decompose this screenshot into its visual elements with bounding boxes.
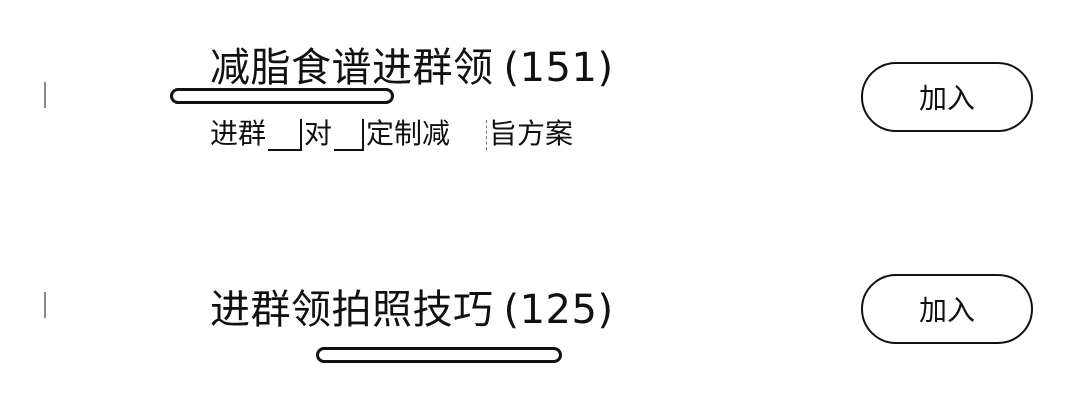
description-segment: 进群 — [210, 117, 267, 150]
description-segment: 旨方案 — [489, 117, 574, 150]
group-list-item[interactable]: 减脂食谱进群领 (151) 进群 对定制减 旨方案 加入 — [0, 0, 1080, 200]
join-button[interactable]: 加入 — [861, 62, 1033, 132]
group-member-count: (151) — [503, 45, 614, 91]
group-title: 减脂食谱进群领 (151) — [210, 44, 614, 92]
highlight-underline — [316, 347, 562, 363]
group-title: 进群领拍照技巧 (125) — [210, 286, 614, 334]
redaction-mark — [268, 119, 303, 151]
group-avatar-edge — [44, 292, 46, 318]
redaction-mark — [334, 119, 365, 151]
group-name: 进群领拍照技巧 — [210, 287, 494, 333]
description-segment: 定制减 — [366, 117, 451, 150]
description-segment: 对 — [304, 117, 333, 150]
group-member-count: (125) — [503, 287, 614, 333]
group-name: 减脂食谱进群领 — [210, 45, 494, 91]
group-avatar-edge — [44, 82, 46, 108]
group-list-item[interactable]: 进群领拍照技巧 (125) 加入 — [0, 230, 1080, 406]
join-button[interactable]: 加入 — [861, 274, 1033, 344]
group-description: 进群 对定制减 旨方案 — [210, 115, 573, 153]
redaction-mark — [452, 120, 488, 150]
highlight-underline — [170, 88, 394, 104]
